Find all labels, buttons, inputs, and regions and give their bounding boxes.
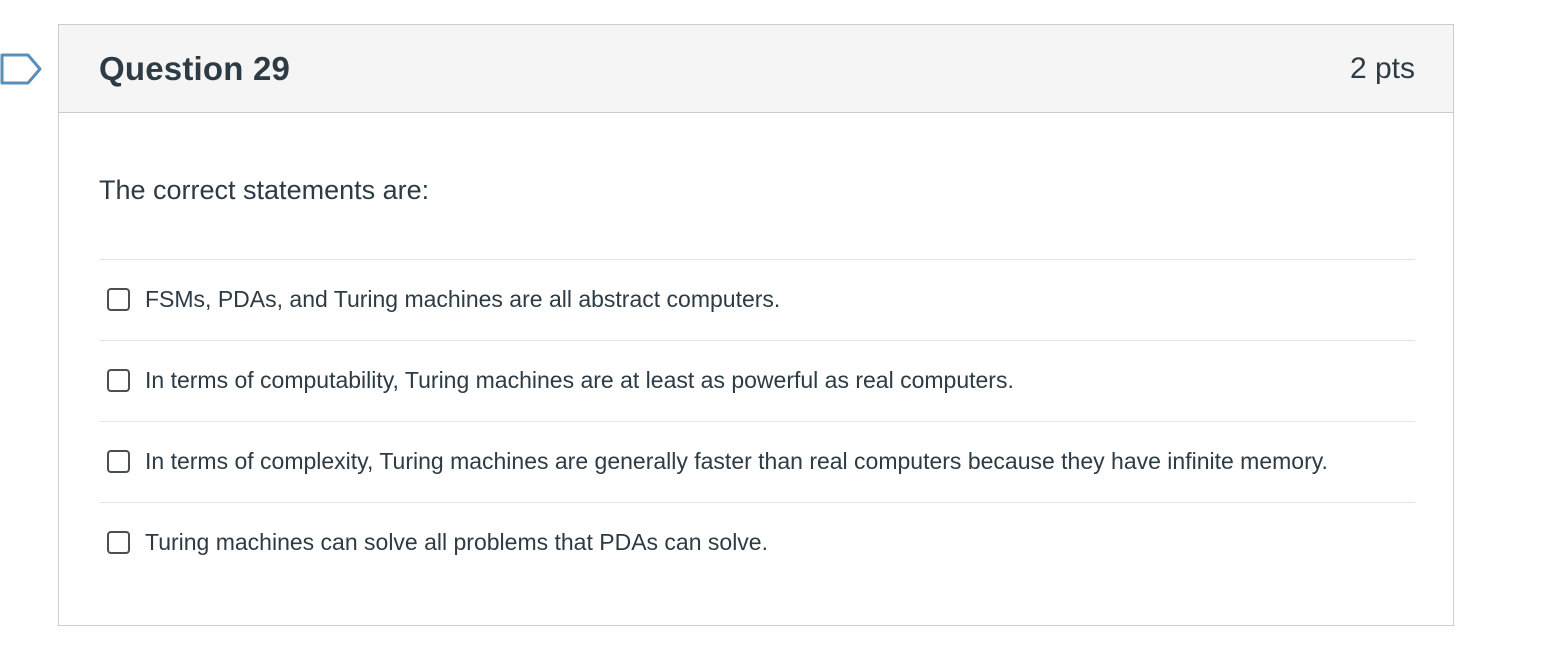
question-header: Question 29 2 pts	[59, 25, 1453, 113]
question-card: Question 29 2 pts The correct statements…	[58, 24, 1454, 626]
quiz-page: Question 29 2 pts The correct statements…	[0, 0, 1568, 670]
answer-checkbox-1[interactable]	[107, 288, 130, 311]
question-points: 2 pts	[1349, 51, 1415, 85]
answer-label-3: In terms of complexity, Turing machines …	[145, 448, 1328, 474]
answer-checkbox-2[interactable]	[107, 369, 130, 392]
answer-option-2[interactable]: In terms of computability, Turing machin…	[99, 341, 1415, 422]
answer-option-3[interactable]: In terms of complexity, Turing machines …	[99, 422, 1415, 503]
answer-label-4: Turing machines can solve all problems t…	[145, 529, 768, 555]
question-prompt: The correct statements are:	[99, 175, 430, 205]
answer-label-2: In terms of computability, Turing machin…	[145, 367, 1014, 393]
answer-checkbox-4[interactable]	[107, 531, 130, 554]
answer-option-1[interactable]: FSMs, PDAs, and Turing machines are all …	[99, 260, 1415, 341]
answer-list: FSMs, PDAs, and Turing machines are all …	[99, 259, 1415, 583]
question-body: The correct statements are: FSMs, PDAs, …	[59, 113, 1453, 583]
answer-checkbox-3[interactable]	[107, 450, 130, 473]
answer-option-4[interactable]: Turing machines can solve all problems t…	[99, 503, 1415, 583]
flag-question-icon[interactable]	[0, 52, 42, 86]
answer-label-1: FSMs, PDAs, and Turing machines are all …	[145, 286, 781, 312]
question-title: Question 29	[99, 49, 291, 87]
